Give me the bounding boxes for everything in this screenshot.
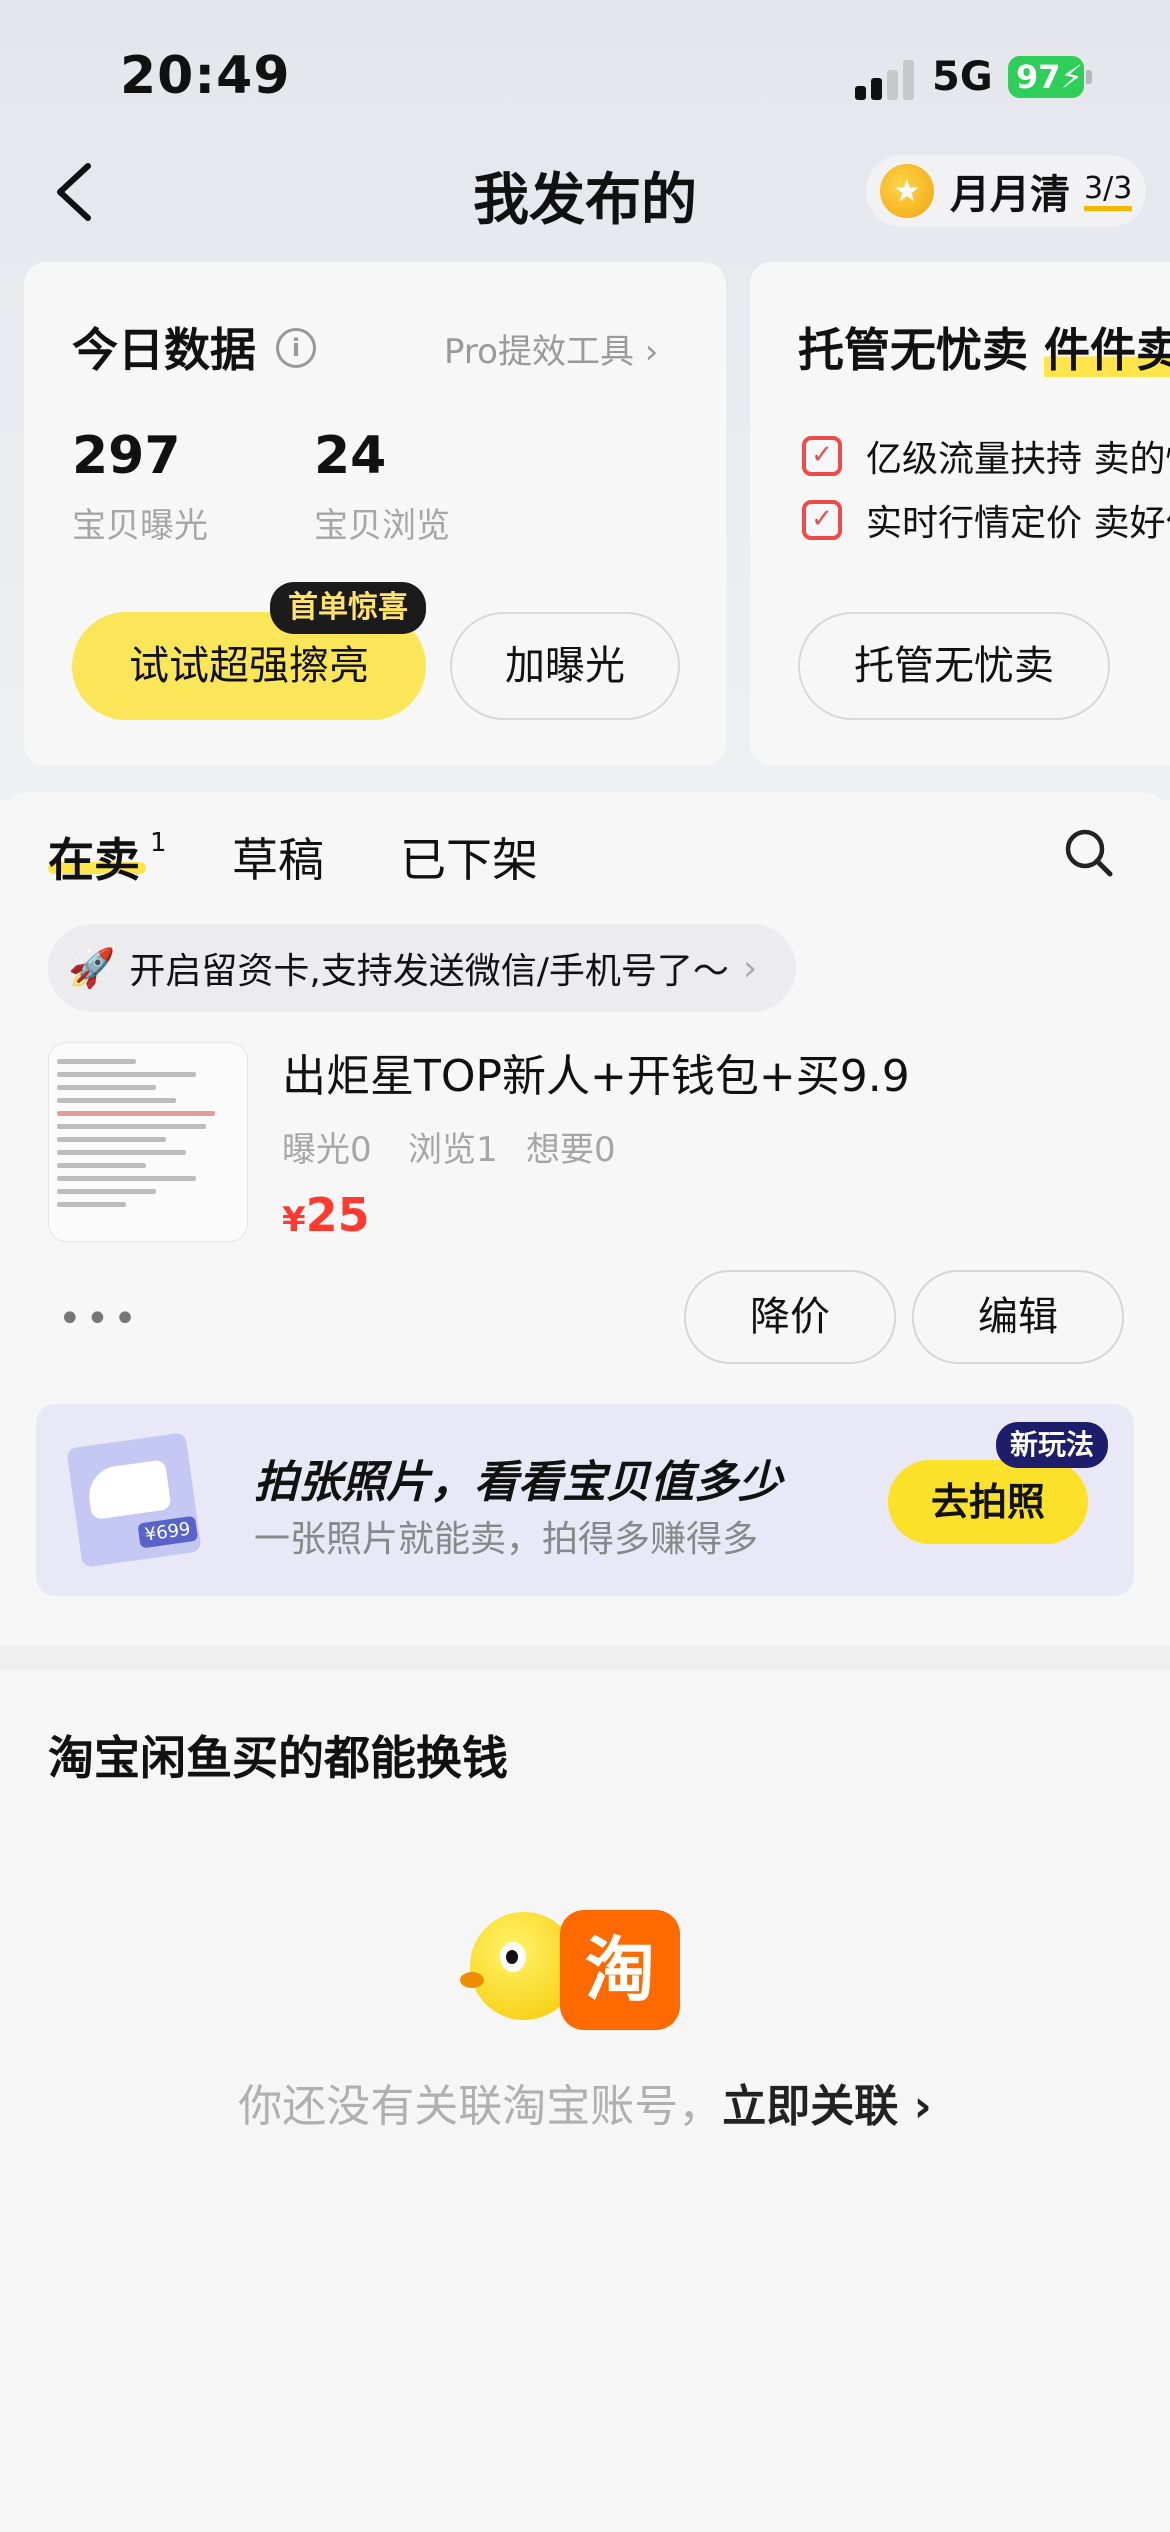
stat-exposure-label: 宝贝曝光 <box>72 506 208 546</box>
money-bag-icon: ★ <box>880 164 934 218</box>
price-value: 25 <box>305 1188 370 1242</box>
battery-icon: 97⚡ <box>1008 56 1084 98</box>
item-thumbnail[interactable] <box>48 1042 248 1242</box>
notice-text: 开启留资卡,支持发送微信/手机号了～ <box>129 951 729 992</box>
new-feature-badge: 新玩法 <box>996 1422 1109 1468</box>
tab-drafts[interactable]: 草稿 <box>232 824 324 890</box>
photo-valuation-banner[interactable]: ¥699 拍张照片，看看宝贝值多少 一张照片就能卖，拍得多赚得多 去拍照 新玩法 <box>36 1404 1134 1596</box>
status-time: 20:49 <box>120 46 291 106</box>
managed-title: 托管无忧卖 件件卖 <box>798 314 1170 380</box>
monthly-clear-label: 月月清 <box>950 172 1070 218</box>
rocket-icon: 🚀 <box>68 945 116 990</box>
item-title[interactable]: 出炬星TOP新人+开钱包+买9.9 <box>282 1040 910 1104</box>
today-data-card: 今日数据 i Pro提效工具 › 297 宝贝曝光 24 宝贝浏览 试试超强擦亮… <box>24 262 726 766</box>
battery-tip <box>1086 70 1092 84</box>
battery-level: 97 <box>1016 58 1061 96</box>
managed-selling-card: 托管无忧卖 件件卖 ✓ 亿级流量扶持 卖的快 ✓ 实时行情定价 卖好价 托管无忧… <box>750 262 1170 766</box>
signal-icon <box>855 60 915 100</box>
photo-illustration: ¥699 <box>66 1432 202 1568</box>
managed-bullet-2-text: 实时行情定价 卖好价 <box>866 503 1170 544</box>
stat-views-value: 24 <box>314 426 387 486</box>
link-taobao-button[interactable]: 立即关联 <box>722 2081 898 2132</box>
item-wants: 想要0 <box>526 1130 616 1170</box>
link-taobao-row: 你还没有关联淘宝账号，立即关联 › <box>0 2070 1170 2134</box>
managed-title-b: 件件卖 <box>1044 323 1170 377</box>
add-exposure-button[interactable]: 加曝光 <box>450 612 680 720</box>
item-views: 浏览1 <box>408 1130 498 1170</box>
first-order-badge: 首单惊喜 <box>270 582 426 634</box>
pro-tools-label: Pro提效工具 <box>444 332 634 372</box>
pro-tools-link[interactable]: Pro提效工具 › <box>444 324 658 373</box>
item-exposure: 曝光0 <box>282 1130 372 1170</box>
chevron-right-icon: › <box>742 947 758 989</box>
stat-exposure-value: 297 <box>72 426 181 486</box>
item-price: ¥25 <box>282 1188 370 1242</box>
tab-removed[interactable]: 已下架 <box>400 824 538 890</box>
contact-card-notice[interactable]: 🚀 开启留资卡,支持发送微信/手机号了～ › <box>48 924 796 1012</box>
price-symbol: ¥ <box>282 1200 306 1240</box>
more-options-icon[interactable]: ••• <box>58 1296 141 1342</box>
network-type: 5G <box>932 54 993 100</box>
monthly-clear-count: 3/3 <box>1084 171 1133 211</box>
managed-selling-button[interactable]: 托管无忧卖 <box>798 612 1110 720</box>
chevron-right-icon[interactable]: › <box>898 2081 932 2132</box>
edit-button[interactable]: 编辑 <box>912 1270 1124 1364</box>
managed-bullet-1: ✓ 亿级流量扶持 卖的快 <box>802 430 1170 482</box>
today-data-title: 今日数据 <box>72 323 256 377</box>
monthly-clear-button[interactable]: ★ 月月清 3/3 <box>866 155 1146 227</box>
section-divider <box>0 1646 1170 1670</box>
info-icon[interactable]: i <box>276 328 316 368</box>
taobao-section-title: 淘宝闲鱼买的都能换钱 <box>48 1731 508 1785</box>
managed-title-a: 托管无忧卖 <box>798 323 1028 377</box>
take-photo-button[interactable]: 去拍照 <box>888 1460 1088 1544</box>
check-icon: ✓ <box>802 500 842 540</box>
sneaker-icon <box>85 1459 172 1520</box>
reduce-price-button[interactable]: 降价 <box>684 1270 896 1364</box>
search-icon[interactable] <box>1064 828 1114 878</box>
stat-views-label: 宝贝浏览 <box>314 506 450 546</box>
price-tag: ¥699 <box>137 1515 199 1549</box>
managed-bullet-2: ✓ 实时行情定价 卖好价 <box>802 494 1170 546</box>
tab-on-sale[interactable]: 在卖 <box>48 824 140 890</box>
check-icon: ✓ <box>802 436 842 476</box>
tab-on-sale-count: 1 <box>150 828 167 858</box>
link-taobao-message: 你还没有关联淘宝账号， <box>238 2081 723 2132</box>
promo-title: 拍张照片，看看宝贝值多少 <box>254 1457 782 1508</box>
taobao-logo-icon: 淘 <box>560 1910 680 2030</box>
managed-bullet-1-text: 亿级流量扶持 卖的快 <box>866 439 1170 480</box>
promo-subtitle: 一张照片就能卖，拍得多赚得多 <box>254 1519 759 1560</box>
